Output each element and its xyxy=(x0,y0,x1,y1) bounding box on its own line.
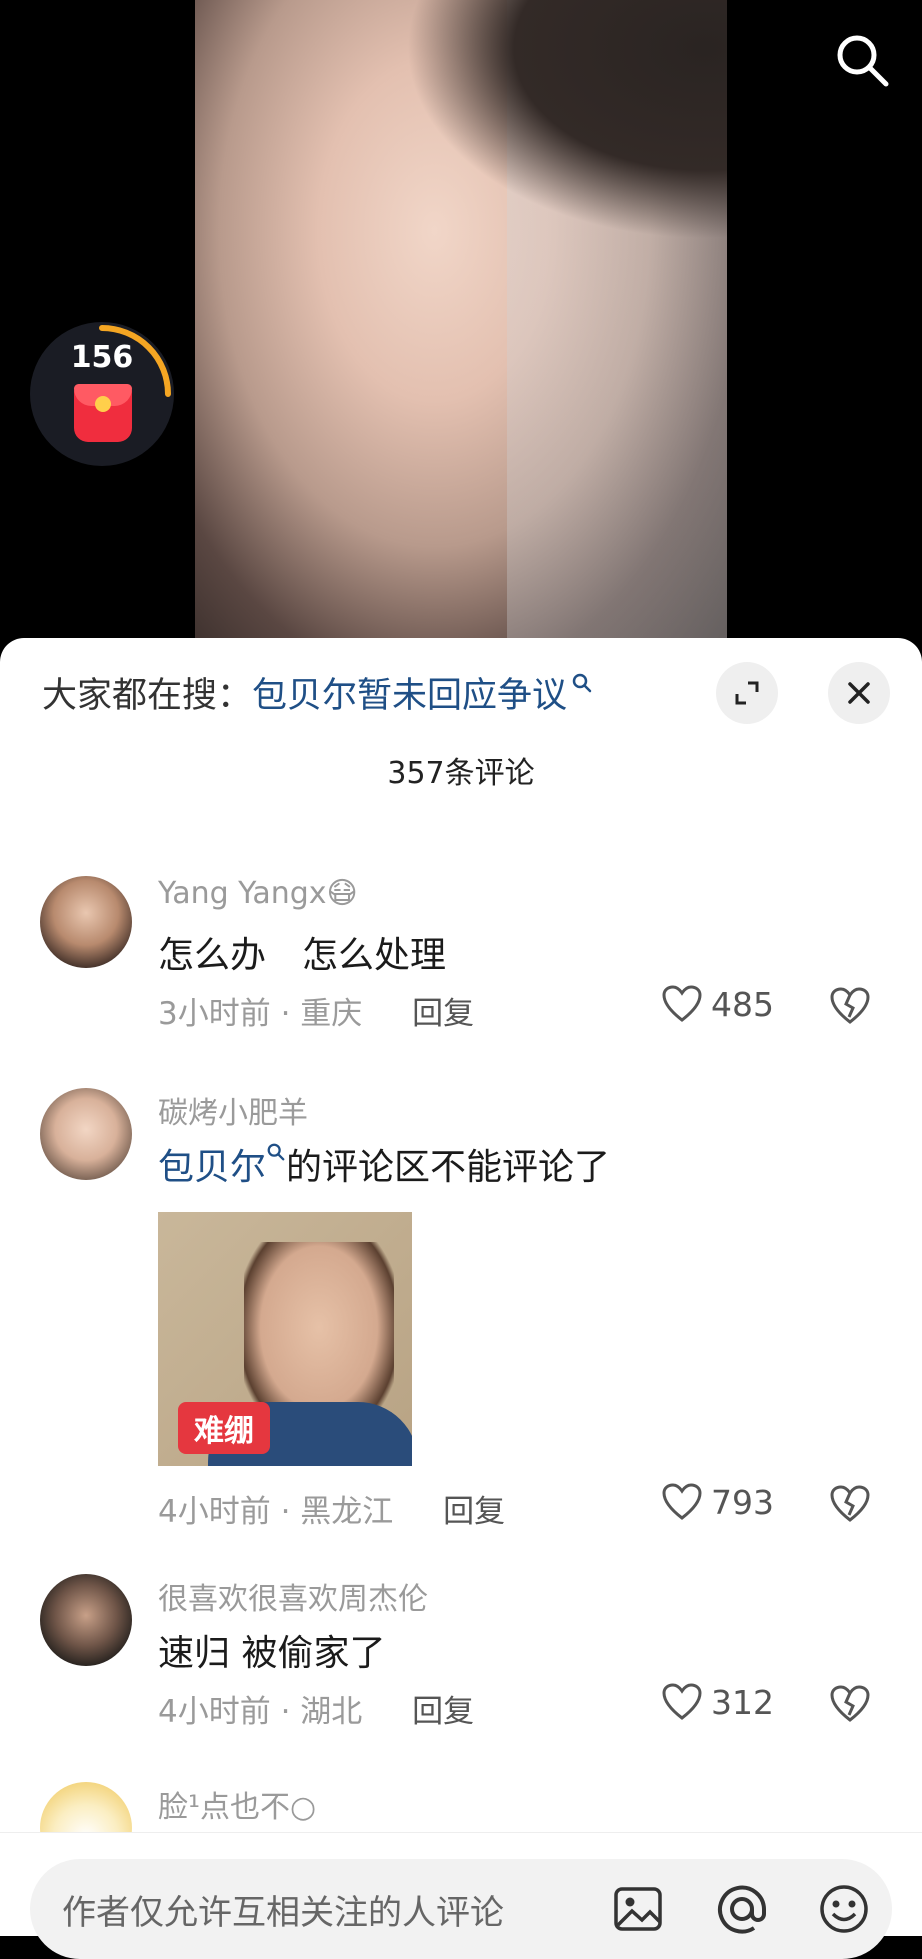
comment-input[interactable]: 作者仅允许互相关注的人评论 xyxy=(30,1859,892,1959)
expand-icon xyxy=(735,681,759,705)
mention-icon[interactable] xyxy=(714,1881,770,1937)
search-icon[interactable] xyxy=(830,28,894,92)
hot-search-row[interactable]: 大家都在搜： 包贝尔暂未回应争议 xyxy=(42,662,593,722)
heart-icon xyxy=(662,985,702,1022)
close-button[interactable] xyxy=(828,662,890,724)
comment-time-location: 4小时前 · 黑龙江 xyxy=(158,1494,394,1530)
like-count: 312 xyxy=(711,1682,774,1722)
image-icon[interactable] xyxy=(610,1881,666,1937)
hot-search-term[interactable]: 包贝尔暂未回应争议 xyxy=(252,667,567,718)
dislike-icon[interactable] xyxy=(828,986,872,1026)
redpacket-widget[interactable]: 156 xyxy=(30,322,174,466)
meme-tag: 难绷 xyxy=(178,1402,270,1454)
like-count: 485 xyxy=(711,984,774,1024)
reply-button[interactable]: 回复 xyxy=(412,996,474,1032)
like-button[interactable]: 485 xyxy=(661,984,774,1024)
comment-meta: 4小时前 · 湖北 回复 xyxy=(158,1686,474,1731)
search-icon xyxy=(572,673,592,693)
reply-button[interactable]: 回复 xyxy=(443,1494,505,1530)
comment-meta: 4小时前 · 黑龙江 回复 xyxy=(158,1486,505,1531)
redpacket-coin-icon xyxy=(95,396,111,412)
avatar[interactable] xyxy=(40,1088,132,1180)
redpacket-count: 156 xyxy=(70,340,134,375)
comment-time-location: 3小时前 · 重庆 xyxy=(158,996,363,1032)
comment-meta: 3小时前 · 重庆 回复 xyxy=(158,988,474,1033)
like-button[interactable]: 312 xyxy=(661,1682,774,1722)
video-subject xyxy=(405,0,727,240)
comment-input-bar: 作者仅允许互相关注的人评论 xyxy=(0,1832,922,1959)
video-frame xyxy=(195,0,727,660)
expand-button[interactable] xyxy=(716,662,778,724)
comment-username[interactable]: Yang Yangx😷 xyxy=(158,876,358,911)
comment-text: 包贝尔 的评论区不能评论了 xyxy=(158,1138,610,1190)
heart-icon xyxy=(662,1683,702,1720)
dislike-icon[interactable] xyxy=(828,1484,872,1524)
comment-text: 速归 被偷家了 xyxy=(158,1633,386,1674)
search-icon xyxy=(267,1143,285,1161)
comment-text-body: 的评论区不能评论了 xyxy=(286,1147,611,1188)
like-count: 793 xyxy=(711,1482,774,1522)
comment-sheet: 大家都在搜： 包贝尔暂未回应争议 357条评论 Yang Yangx😷 怎么办 … xyxy=(0,638,922,1935)
hot-search-label: 大家都在搜： xyxy=(42,675,253,716)
reply-button[interactable]: 回复 xyxy=(412,1694,474,1730)
dislike-icon[interactable] xyxy=(828,1684,872,1724)
avatar[interactable] xyxy=(40,876,132,968)
like-button[interactable]: 793 xyxy=(661,1482,774,1522)
comment-text: 怎么办 怎么处理 xyxy=(158,935,447,976)
meme-image[interactable]: 难绷 xyxy=(158,1212,412,1466)
video-player[interactable]: 156 xyxy=(0,0,922,660)
avatar[interactable] xyxy=(40,1574,132,1666)
close-icon xyxy=(848,682,870,704)
comment-time-location: 4小时前 · 湖北 xyxy=(158,1694,363,1730)
heart-icon xyxy=(662,1483,702,1520)
comment-input-placeholder: 作者仅允许互相关注的人评论 xyxy=(62,1893,504,1933)
mention-link[interactable]: 包贝尔 xyxy=(158,1147,266,1188)
comment-count-title: 357条评论 xyxy=(387,756,535,791)
emoji-icon[interactable] xyxy=(816,1881,872,1937)
comment-username[interactable]: 很喜欢很喜欢周杰伦 xyxy=(158,1574,428,1618)
comment-username[interactable]: 脸¹点也不○ xyxy=(158,1782,316,1826)
comment-username[interactable]: 碳烤小肥羊 xyxy=(158,1088,308,1132)
